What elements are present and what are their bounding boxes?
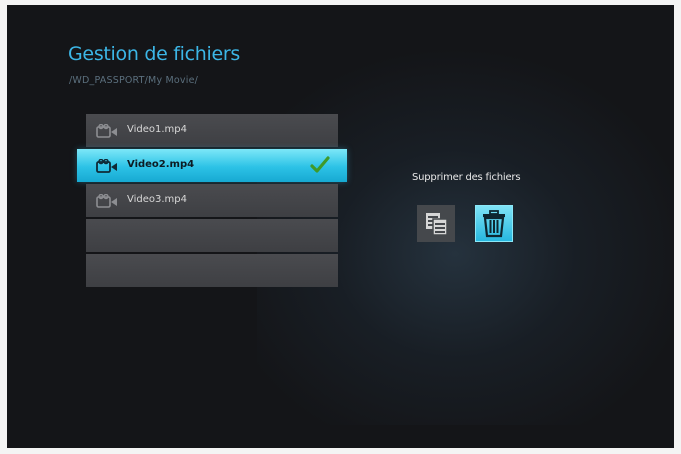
trash-icon [483, 210, 505, 238]
file-name: Video2.mp4 [127, 159, 195, 170]
copy-files-icon [426, 213, 448, 236]
page-title: Gestion de fichiers [68, 43, 240, 65]
breadcrumb-path: /WD_PASSPORT/My Movie/ [69, 75, 199, 86]
video-camera-icon [96, 124, 117, 138]
file-row-video1[interactable]: Video1.mp4 [86, 114, 338, 147]
empty-file-row [86, 219, 338, 252]
empty-file-row [86, 254, 338, 287]
action-label: Supprimer des fichiers [412, 172, 521, 183]
delete-files-button[interactable] [475, 205, 513, 242]
video-camera-icon [96, 159, 117, 173]
file-row-video3[interactable]: Video3.mp4 [86, 184, 338, 217]
checkmark-icon [310, 156, 330, 173]
file-name: Video1.mp4 [127, 124, 188, 135]
screen-frame: Gestion de fichiers /WD_PASSPORT/My Movi… [7, 5, 674, 448]
file-list: Video1.mp4 Video2.mp4 Video3.mp4 [77, 114, 347, 289]
file-row-video2[interactable]: Video2.mp4 [77, 149, 347, 182]
copy-files-button[interactable] [417, 205, 455, 242]
file-name: Video3.mp4 [127, 194, 188, 205]
video-camera-icon [96, 194, 117, 208]
